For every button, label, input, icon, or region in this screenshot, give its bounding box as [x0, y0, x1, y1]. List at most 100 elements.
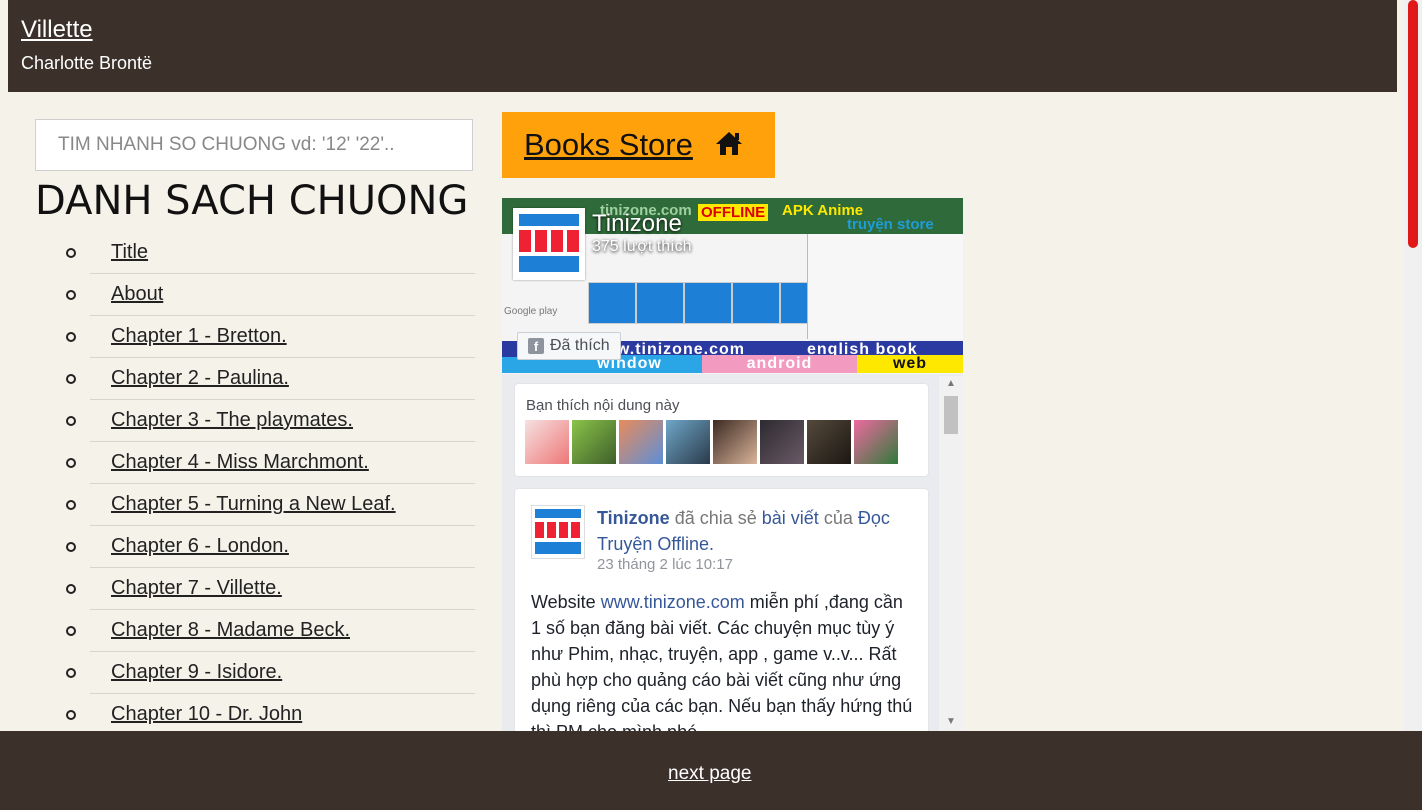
chapter-search-input[interactable]	[35, 119, 473, 171]
page-like-count: 375 lượt thích	[592, 238, 692, 255]
bullet-icon	[66, 458, 76, 468]
chapter-link[interactable]: Chapter 6 - London.	[111, 535, 289, 558]
page-avatar[interactable]	[513, 208, 585, 280]
friend-avatar[interactable]	[713, 420, 757, 464]
list-item: About	[66, 274, 475, 316]
page-name-link[interactable]: Tinizone	[592, 210, 682, 238]
post-author-avatar[interactable]	[531, 505, 585, 559]
chapter-link[interactable]: Chapter 10 - Dr. John	[111, 703, 302, 726]
cover-screenshot	[807, 234, 963, 339]
post-body-prefix: Website	[531, 592, 596, 612]
bullet-icon	[66, 416, 76, 426]
bullet-icon	[66, 500, 76, 510]
liked-button[interactable]: f Đã thích	[517, 332, 621, 360]
friend-avatar[interactable]	[760, 420, 804, 464]
cover-text: OFFLINE	[698, 204, 769, 221]
app-thumbnail	[732, 282, 780, 324]
chapter-link[interactable]: Chapter 9 - Isidore.	[111, 661, 282, 684]
toc-heading: DANH SACH CHUONG	[35, 178, 469, 224]
facebook-page-widget: tinizone.com OFFLINE APK Anime truyện st…	[502, 198, 963, 731]
post-author-link[interactable]: Tinizone	[597, 508, 670, 528]
list-item: Chapter 10 - Dr. John	[66, 694, 475, 736]
post-link[interactable]: bài viết	[762, 508, 819, 528]
cover-text: web	[857, 355, 963, 373]
friend-avatar-row	[525, 420, 898, 464]
friend-avatar[interactable]	[854, 420, 898, 464]
post-body-text: miễn phí ,đang cần 1 số bạn đăng bài viế…	[531, 592, 913, 731]
fb-cover-photo[interactable]: tinizone.com OFFLINE APK Anime truyện st…	[502, 198, 963, 374]
home-icon	[715, 130, 743, 161]
avatar-graphic	[519, 230, 579, 252]
list-item: Chapter 2 - Paulina.	[66, 358, 475, 400]
page-footer: next page	[0, 731, 1422, 810]
friends-like-card: Bạn thích nội dung này	[515, 384, 928, 476]
app-thumbnail	[588, 282, 636, 324]
bullet-icon	[66, 584, 76, 594]
friends-like-title: Bạn thích nội dung này	[526, 397, 680, 414]
chapter-link[interactable]: Chapter 5 - Turning a New Leaf.	[111, 493, 396, 516]
post-body: Website www.tinizone.com miễn phí ,đang …	[531, 589, 917, 731]
chapter-link[interactable]: Chapter 2 - Paulina.	[111, 367, 289, 390]
avatar-graphic	[535, 542, 581, 554]
scroll-up-icon[interactable]: ▲	[946, 378, 956, 389]
avatar-graphic	[519, 214, 579, 226]
friend-avatar[interactable]	[666, 420, 710, 464]
bullet-icon	[66, 668, 76, 678]
bullet-icon	[66, 332, 76, 342]
scroll-down-icon[interactable]: ▼	[946, 716, 956, 727]
fb-widget-scrollbar-thumb[interactable]	[944, 396, 958, 434]
bullet-icon	[66, 542, 76, 552]
friend-avatar[interactable]	[807, 420, 851, 464]
cover-text: Google play	[504, 306, 558, 317]
bullet-icon	[66, 290, 76, 300]
post-shared-text: đã chia sẻ	[674, 508, 757, 528]
friend-avatar[interactable]	[619, 420, 663, 464]
page-scrollbar[interactable]	[1404, 0, 1422, 731]
list-item: Chapter 1 - Bretton.	[66, 316, 475, 358]
list-item: Chapter 8 - Madame Beck.	[66, 610, 475, 652]
book-title-link[interactable]: Villette	[21, 16, 93, 44]
avatar-graphic	[535, 522, 581, 538]
page-scrollbar-thumb[interactable]	[1408, 0, 1418, 248]
post-timestamp[interactable]: 23 tháng 2 lúc 10:17	[597, 556, 733, 573]
avatar-graphic	[535, 509, 581, 518]
liked-label: Đã thích	[550, 337, 610, 354]
chapter-link[interactable]: Chapter 4 - Miss Marchmont.	[111, 451, 369, 474]
friend-avatar[interactable]	[525, 420, 569, 464]
author-name: Charlotte Brontë	[21, 53, 153, 73]
fb-post-card: Tinizone đã chia sẻ bài viết của Đọc Tru…	[515, 489, 928, 731]
books-store-label: Books Store	[524, 127, 693, 162]
chapter-link[interactable]: Chapter 8 - Madame Beck.	[111, 619, 350, 642]
chapter-link[interactable]: Chapter 3 - The playmates.	[111, 409, 353, 432]
friend-avatar[interactable]	[572, 420, 616, 464]
app-thumbnail	[636, 282, 684, 324]
chapter-link[interactable]: Chapter 7 - Villette.	[111, 577, 282, 600]
books-store-button[interactable]: Books Store	[502, 112, 775, 178]
chapter-link[interactable]: About	[111, 283, 163, 306]
list-item: Chapter 9 - Isidore.	[66, 652, 475, 694]
chapter-link[interactable]: Chapter 1 - Bretton.	[111, 325, 287, 348]
facebook-icon: f	[528, 338, 544, 354]
list-item: Chapter 5 - Turning a New Leaf.	[66, 484, 475, 526]
list-item: Chapter 6 - London.	[66, 526, 475, 568]
avatar-graphic	[519, 256, 579, 272]
bullet-icon	[66, 710, 76, 720]
list-item: Chapter 3 - The playmates.	[66, 400, 475, 442]
cover-text: android	[702, 355, 857, 373]
list-item: Title	[66, 232, 475, 274]
cover-text: truyện store	[847, 216, 934, 233]
page-header: Villette Charlotte Brontë	[8, 0, 1397, 92]
chapter-list: Title About Chapter 1 - Bretton. Chapter…	[66, 232, 475, 736]
post-header: Tinizone đã chia sẻ bài viết của Đọc Tru…	[597, 505, 917, 557]
post-of-text: của	[823, 508, 853, 528]
bullet-icon	[66, 626, 76, 636]
bullet-icon	[66, 374, 76, 384]
list-item: Chapter 4 - Miss Marchmont.	[66, 442, 475, 484]
chapter-link[interactable]: Title	[111, 241, 148, 264]
list-item: Chapter 7 - Villette.	[66, 568, 475, 610]
post-body-link[interactable]: www.tinizone.com	[601, 592, 745, 612]
bullet-icon	[66, 248, 76, 258]
next-page-link[interactable]: next page	[668, 763, 751, 785]
app-thumbnail	[684, 282, 732, 324]
fb-widget-scrollbar[interactable]: ▲ ▼	[939, 376, 963, 731]
